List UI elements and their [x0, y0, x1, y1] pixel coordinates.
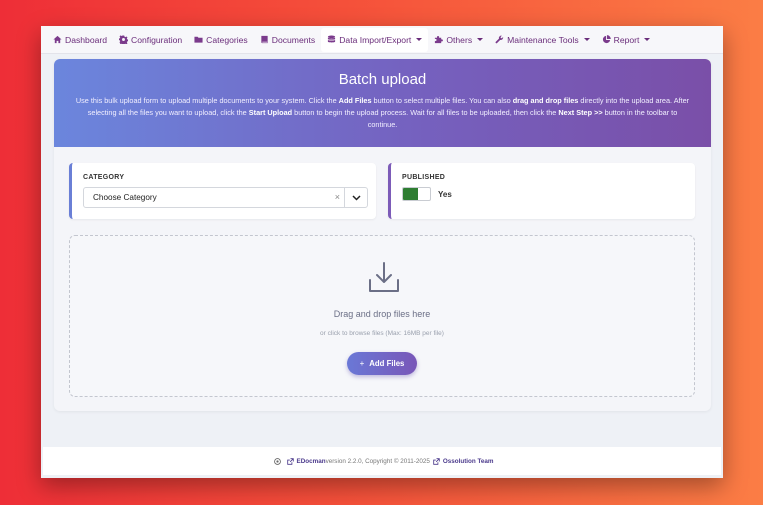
top-navbar: Dashboard Configuration Categories Docum…: [41, 26, 723, 54]
nav-item-data-import-export[interactable]: Data Import/Export: [321, 27, 429, 52]
puzzle-icon: [435, 36, 444, 44]
nav-item-dashboard[interactable]: Dashboard: [47, 28, 113, 52]
nav-item-others[interactable]: Others: [428, 28, 489, 52]
database-icon: [328, 35, 336, 43]
category-select[interactable]: Choose Category ×: [83, 187, 368, 208]
chevron-down-icon: [644, 38, 651, 41]
dropzone-title: Drag and drop files here: [333, 309, 431, 319]
published-value: Yes: [438, 190, 452, 199]
plus-icon: +: [359, 359, 365, 368]
wrench-icon: [495, 35, 504, 44]
chevron-down-icon: [583, 38, 590, 41]
category-selected-value: Choose Category: [93, 193, 157, 202]
gear-icon: [119, 35, 129, 44]
copyright-icon: [273, 457, 281, 465]
nav-item-configuration[interactable]: Configuration: [113, 28, 188, 52]
company-link[interactable]: Ossolution Team: [443, 458, 494, 465]
download-icon: [369, 262, 399, 292]
nav-label: Dashboard: [65, 34, 108, 45]
nav-item-report[interactable]: Report: [596, 28, 657, 52]
nav-label: Categories: [206, 34, 248, 45]
nav-label: Data Import/Export: [339, 34, 412, 45]
nav-label: Report: [613, 34, 640, 45]
external-link-icon: [433, 457, 440, 465]
nav-item-documents[interactable]: Documents: [254, 28, 321, 52]
nav-label: Configuration: [131, 34, 183, 45]
category-label: CATEGORY: [83, 174, 125, 181]
app-window: Dashboard Configuration Categories Docum…: [41, 26, 723, 478]
nav-item-categories[interactable]: Categories: [188, 28, 254, 52]
published-toggle[interactable]: [402, 187, 431, 201]
upload-dropzone[interactable]: Drag and drop files here or click to bro…: [69, 235, 695, 397]
chevron-down-icon[interactable]: [344, 188, 367, 207]
add-files-button[interactable]: + Add Files: [347, 352, 417, 375]
footer-version-text: version 2.2.0, Copyright © 2011-2025: [325, 457, 430, 465]
batch-upload-card: Batch upload Use this bulk upload form t…: [54, 59, 711, 411]
pie-chart-icon: [602, 35, 611, 44]
nav-label: Maintenance Tools: [507, 34, 579, 45]
published-panel: PUBLISHED Yes: [388, 163, 695, 219]
chevron-down-icon: [416, 38, 423, 41]
published-label: PUBLISHED: [402, 174, 446, 181]
home-icon: [53, 35, 62, 44]
folder-icon: [194, 36, 203, 43]
page-title: Batch upload: [338, 71, 427, 88]
app-name-link[interactable]: EDocman: [297, 458, 326, 465]
page-header: Batch upload Use this bulk upload form t…: [54, 59, 711, 147]
dropzone-subtitle: or click to browse files (Max: 16MB per …: [320, 330, 444, 337]
category-panel: CATEGORY Choose Category ×: [69, 163, 376, 219]
page-description: Use this bulk upload form to upload mult…: [75, 96, 690, 129]
nav-label: Documents: [271, 34, 316, 45]
external-link-icon: [286, 457, 294, 465]
footer: EDocman version 2.2.0, Copyright © 2011-…: [43, 447, 721, 475]
book-icon: [261, 35, 268, 44]
clear-icon[interactable]: ×: [335, 192, 340, 202]
nav-label: Others: [446, 34, 473, 45]
nav-item-maintenance-tools[interactable]: Maintenance Tools: [489, 28, 596, 52]
add-files-label: Add Files: [369, 359, 405, 368]
chevron-down-icon: [477, 38, 484, 41]
toggle-on-indicator: [403, 188, 418, 200]
